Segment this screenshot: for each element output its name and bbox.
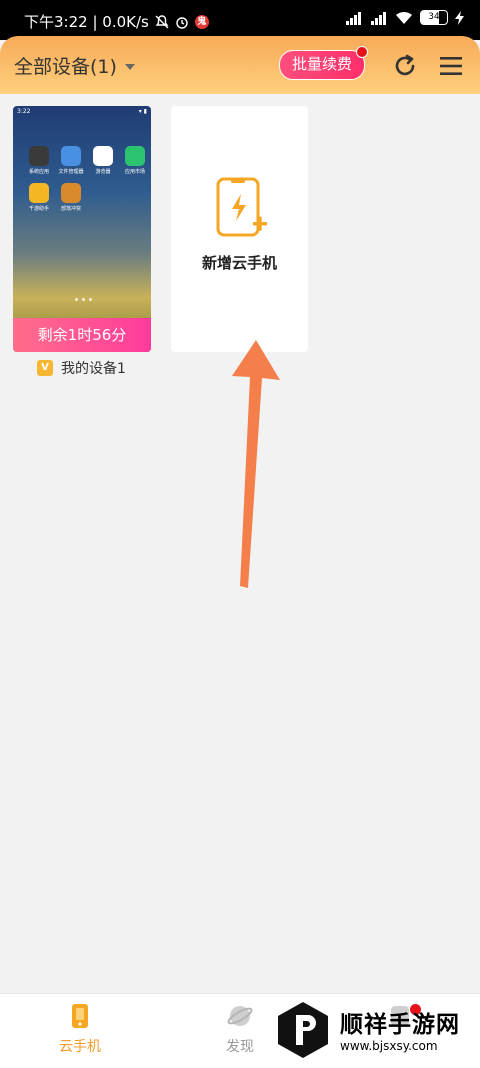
wifi-icon: [396, 11, 412, 24]
battery-icon: 34: [420, 10, 448, 25]
device-card[interactable]: 3:22 ▾ ▮ 系统应用 文件管理器 游览器 应用市场 千游助手 部落冲突 剩…: [13, 106, 151, 352]
status-right: 34: [345, 10, 464, 25]
refresh-icon[interactable]: [392, 53, 418, 79]
tab-cloud-phone[interactable]: 云手机: [40, 1002, 120, 1056]
watermark-url: www.bjsxsy.com: [340, 1039, 438, 1053]
alarm-icon: [176, 16, 188, 29]
status-left: 下午3:22 | 0.0K/s 鬼: [24, 11, 209, 32]
device-name-row[interactable]: V 我的设备1: [37, 358, 126, 378]
mute-icon: [155, 14, 169, 28]
signal-icon: [346, 11, 361, 25]
app-notification-badge: 鬼: [194, 14, 209, 29]
device-name: 我的设备1: [61, 361, 126, 377]
batch-renew-button[interactable]: 批量续费: [279, 46, 369, 80]
tab-discover[interactable]: 发现: [200, 1002, 280, 1056]
time-remaining-bar: 剩余1时56分: [13, 318, 151, 352]
vip-badge-icon: V: [37, 360, 53, 376]
app-icon-system: [29, 146, 49, 166]
device-app: 部落冲突: [55, 183, 87, 212]
device-screen-time: 3:22: [17, 108, 31, 115]
notification-dot: [356, 46, 369, 58]
app-icon-file-manager: [61, 146, 81, 166]
watermark: 顺祥手游网 www.bjsxsy.com: [276, 1001, 476, 1061]
signal-icon-2: [371, 11, 386, 25]
device-screen-status-icons: ▾ ▮: [138, 108, 147, 115]
device-app-grid: 系统应用 文件管理器 游览器 应用市场 千游助手 部落冲突: [23, 146, 151, 212]
menu-icon[interactable]: [438, 55, 464, 77]
pointer-arrow: [232, 340, 280, 588]
add-cloud-phone-label: 新增云手机: [201, 254, 277, 272]
status-time-speed: 下午3:22 | 0.0K/s: [24, 13, 149, 31]
page-indicator: [75, 298, 92, 301]
device-app: 系统应用: [23, 146, 55, 175]
device-filter-label: 全部设备(1): [14, 56, 117, 78]
watermark-title: 顺祥手游网: [340, 1012, 460, 1038]
device-app: 文件管理器: [55, 146, 87, 175]
batch-renew-label: 批量续费: [292, 55, 353, 73]
planet-icon: [227, 1006, 253, 1026]
add-cloud-phone-card[interactable]: 新增云手机: [171, 106, 308, 352]
device-app: 应用市场: [119, 146, 151, 175]
device-app: 游览器: [87, 146, 119, 175]
device-app: 千游助手: [23, 183, 55, 212]
chevron-down-icon: [124, 63, 135, 70]
tab-cloud-phone-label: 云手机: [59, 1039, 101, 1055]
app-icon-browser: [93, 146, 113, 166]
add-phone-icon: [216, 177, 267, 237]
battery-level: 34: [428, 12, 440, 22]
header: 全部设备(1) 批量续费: [0, 36, 480, 94]
status-bar: 下午3:22 | 0.0K/s 鬼 34: [0, 0, 480, 40]
app-icon-game-assistant: [29, 183, 49, 203]
app-icon-app-store: [125, 146, 145, 166]
charging-icon: [455, 10, 464, 25]
device-filter-dropdown[interactable]: 全部设备(1): [14, 52, 135, 79]
app-icon-clash: [61, 183, 81, 203]
watermark-logo-icon: [278, 1002, 328, 1058]
cloud-phone-icon: [72, 1004, 88, 1028]
tab-discover-label: 发现: [226, 1039, 254, 1055]
